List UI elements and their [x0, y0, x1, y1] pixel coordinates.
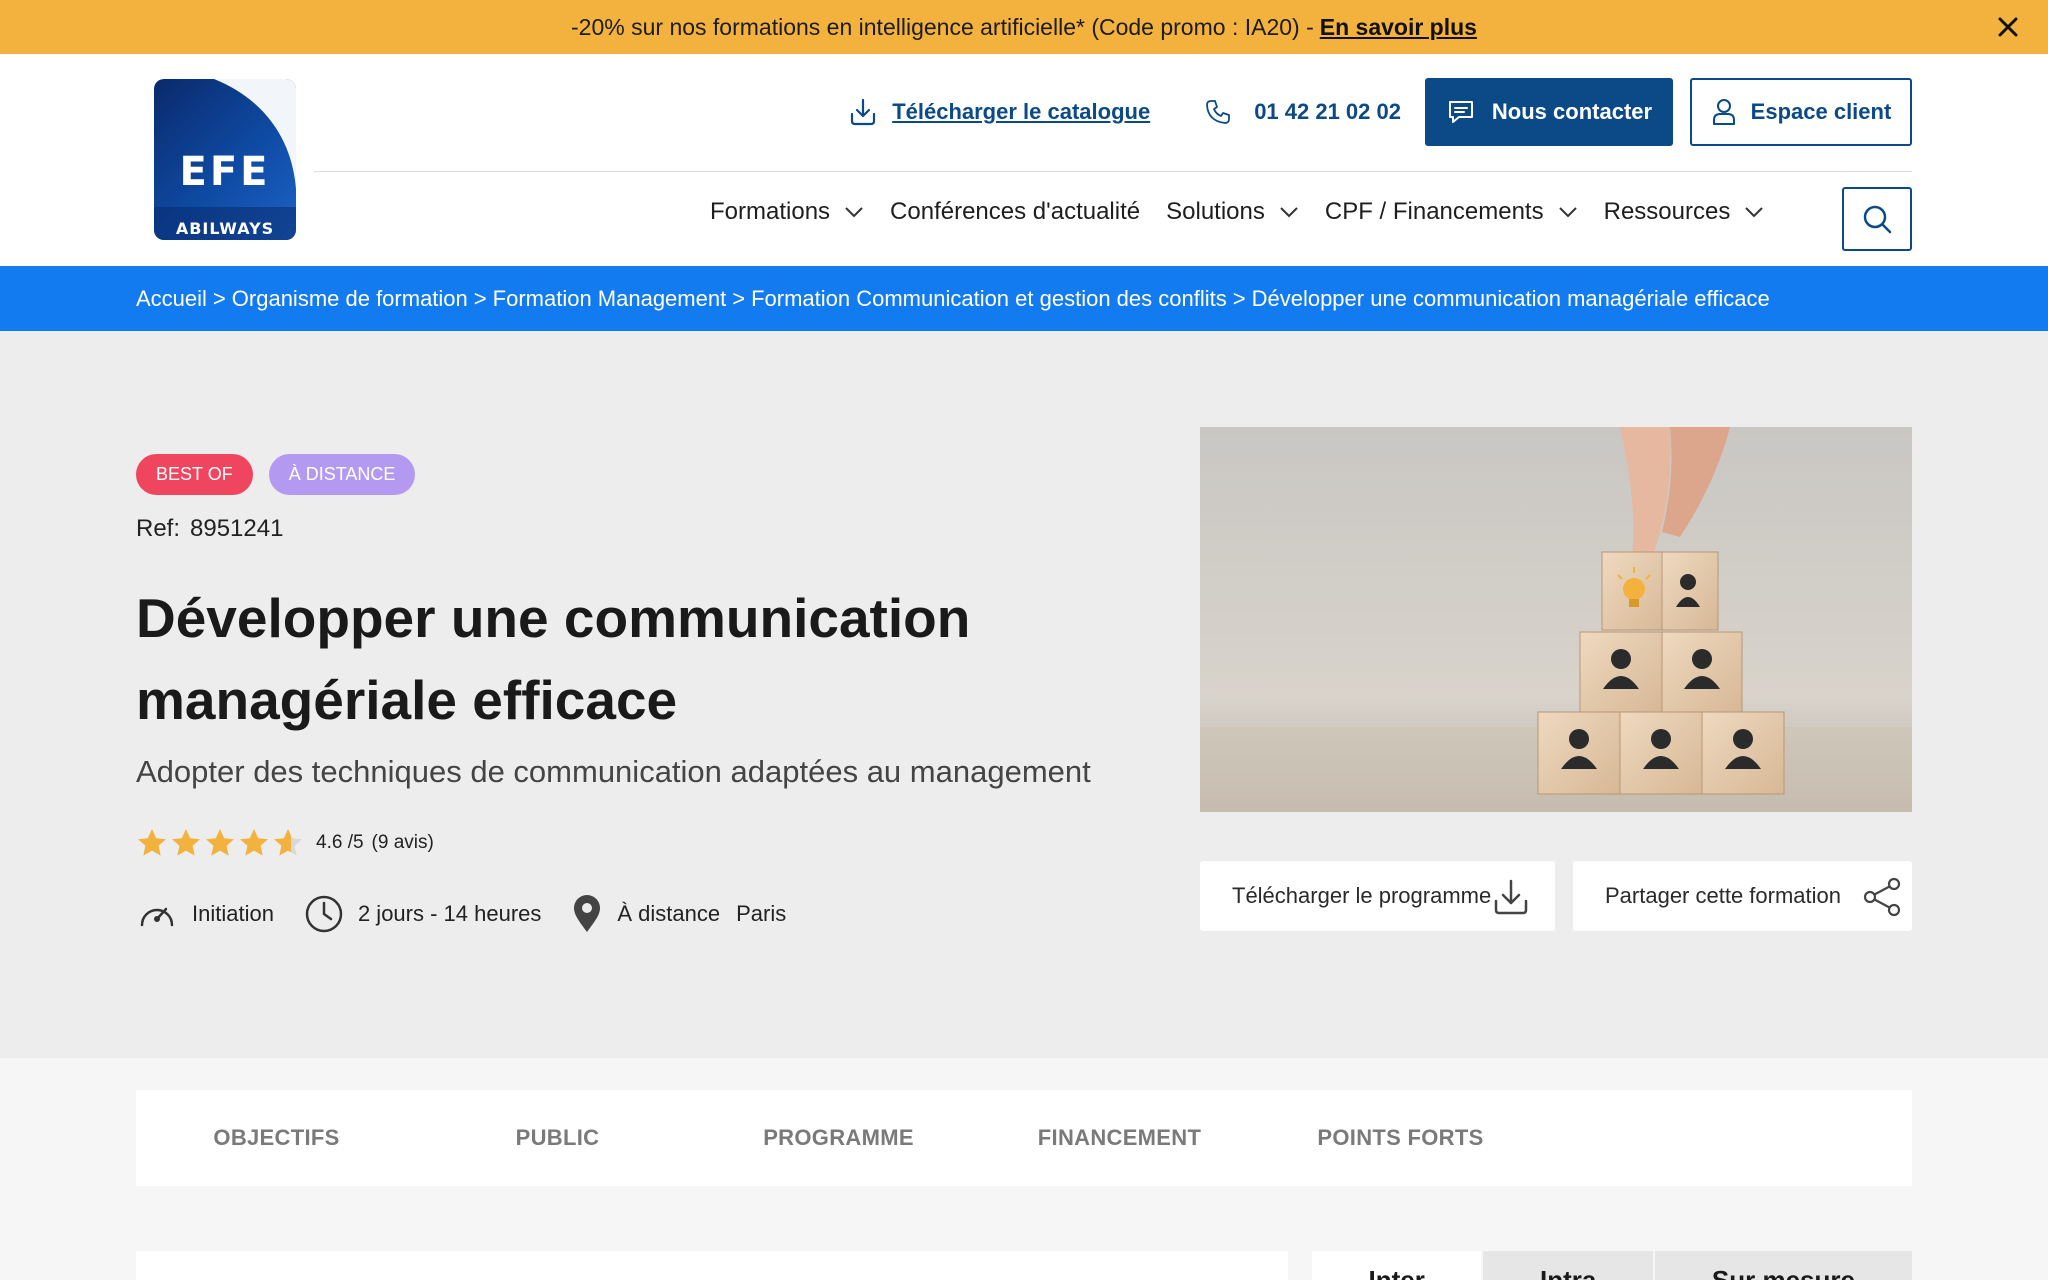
- city-label: Paris: [736, 901, 787, 926]
- course-location: À distance: [571, 894, 720, 934]
- wooden-blocks-image: [1200, 427, 1912, 812]
- contact-label: Nous contacter: [1491, 99, 1653, 124]
- efe-abilways-logo[interactable]: EFE ABILWAYS: [154, 79, 296, 240]
- location-pin-icon: [574, 895, 601, 932]
- download-icon: [851, 98, 876, 126]
- nav-item-formations[interactable]: Formations: [710, 198, 864, 226]
- chevron-down-icon: [1280, 207, 1298, 218]
- breadcrumb-separator: >: [473, 285, 487, 311]
- site-header: EFE ABILWAYS Télécharger le catalogue 01…: [0, 54, 2048, 266]
- nav-item-cpf-financements[interactable]: CPF / Financements: [1325, 198, 1578, 226]
- course-level: Initiation: [136, 897, 274, 931]
- course-details-area: OBJECTIFS PUBLIC PROGRAMME FINANCEMENT P…: [0, 1058, 2048, 1280]
- share-icon: [1863, 877, 1901, 917]
- breadcrumb-separator: >: [732, 285, 746, 311]
- breadcrumb-item-management[interactable]: Formation Management: [493, 286, 727, 312]
- session-type-tabs: Inter Intra Sur mesure: [1312, 1251, 1913, 1280]
- chat-icon: [1448, 101, 1473, 123]
- nav-item-label: Formations: [710, 198, 831, 225]
- download-program-label: Télécharger le programme: [1232, 883, 1492, 908]
- course-duration: 2 jours - 14 heures: [304, 894, 541, 934]
- tab-financement[interactable]: FINANCEMENT: [979, 1125, 1260, 1151]
- section-tabs: OBJECTIFS PUBLIC PROGRAMME FINANCEMENT P…: [136, 1090, 1912, 1186]
- phone-link[interactable]: 01 42 21 02 02: [1204, 98, 1401, 126]
- breadcrumb-item-organisme[interactable]: Organisme de formation: [232, 286, 468, 312]
- star-half-icon: [274, 829, 302, 856]
- header-actions: Télécharger le catalogue 01 42 21 02 02 …: [848, 78, 1912, 146]
- tab-intra[interactable]: Intra: [1483, 1251, 1653, 1280]
- breadcrumb-item-accueil[interactable]: Accueil: [136, 286, 207, 312]
- share-course-button[interactable]: Partager cette formation: [1573, 861, 1912, 931]
- course-meta: Initiation 2 jours - 14 heures À distanc…: [136, 894, 816, 934]
- promo-link[interactable]: En savoir plus: [1320, 14, 1477, 41]
- search-icon: [1863, 205, 1892, 234]
- user-icon: [1712, 99, 1735, 125]
- star-icon: [138, 829, 166, 856]
- star-icon: [172, 829, 200, 856]
- rating-score: 4.6 /5: [316, 832, 364, 853]
- course-city: Paris: [736, 901, 786, 927]
- course-subtitle: Adopter des techniques de communication …: [136, 754, 1091, 789]
- tab-points-forts[interactable]: POINTS FORTS: [1260, 1125, 1541, 1151]
- main-nav: Formations Conférences d'actualité Solut…: [710, 186, 1790, 238]
- download-catalog-link[interactable]: Télécharger le catalogue: [848, 97, 1150, 127]
- nav-item-conferences[interactable]: Conférences d'actualité: [890, 198, 1140, 226]
- client-label: Espace client: [1750, 99, 1892, 124]
- course-ref: Ref: 8951241: [136, 515, 283, 543]
- logo-text: EFE: [179, 149, 271, 195]
- breadcrumb-separator: >: [1232, 285, 1246, 311]
- share-label: Partager cette formation: [1605, 883, 1842, 908]
- tab-objectifs[interactable]: OBJECTIFS: [136, 1125, 417, 1151]
- course-illustration: [1200, 427, 1912, 812]
- breadcrumb-item-current: Développer une communication managériale…: [1251, 285, 1770, 311]
- nav-item-label: Solutions: [1166, 198, 1265, 225]
- close-icon[interactable]: [1994, 13, 2022, 41]
- star-icon: [206, 829, 234, 856]
- contact-button[interactable]: Nous contacter: [1425, 78, 1673, 146]
- tab-sur-mesure[interactable]: Sur mesure: [1654, 1251, 1913, 1280]
- client-space-button[interactable]: Espace client: [1690, 78, 1912, 146]
- mode-label: À distance: [617, 901, 721, 926]
- catalog-label: Télécharger le catalogue: [892, 99, 1151, 124]
- chevron-down-icon: [845, 207, 863, 218]
- tab-programme[interactable]: PROGRAMME: [698, 1125, 979, 1151]
- star-icon: [240, 829, 268, 856]
- speedometer-icon: [140, 907, 174, 927]
- nav-item-label: Ressources: [1603, 198, 1731, 225]
- level-label: Initiation: [192, 901, 274, 926]
- best-of-badge: Best of: [136, 454, 253, 495]
- breadcrumb: Accueil > Organisme de formation > Forma…: [0, 266, 2048, 331]
- download-program-button[interactable]: Télécharger le programme: [1200, 861, 1555, 931]
- nav-item-label: CPF / Financements: [1324, 198, 1544, 225]
- page-title: Développer une communication managériale…: [136, 587, 971, 731]
- course-hero: Best of À distance Ref: 8951241 Développe…: [0, 331, 2048, 1058]
- nav-item-solutions[interactable]: Solutions: [1166, 198, 1299, 226]
- tab-public[interactable]: PUBLIC: [417, 1125, 698, 1151]
- rating-stars: [136, 827, 306, 859]
- header-divider: [314, 171, 1912, 172]
- chevron-down-icon: [1558, 207, 1577, 218]
- nav-item-label: Conférences d'actualité: [890, 198, 1141, 225]
- content-panel: [136, 1251, 1288, 1280]
- rating-reviews: (9 avis): [371, 832, 434, 853]
- breadcrumb-item-communication[interactable]: Formation Communication et gestion des c…: [751, 286, 1227, 312]
- ref-label: Ref:: [136, 515, 181, 542]
- logo-subtext: ABILWAYS: [175, 219, 275, 238]
- search-button[interactable]: [1842, 187, 1912, 251]
- chevron-down-icon: [1745, 207, 1764, 218]
- ref-value: 8951241: [190, 515, 284, 542]
- download-icon: [1494, 879, 1528, 915]
- breadcrumb-separator: >: [212, 285, 226, 311]
- phone-icon: [1206, 100, 1231, 124]
- distance-badge: À distance: [268, 454, 416, 495]
- course-badges: Best of À distance: [136, 454, 431, 495]
- clock-icon: [305, 895, 343, 933]
- nav-item-ressources[interactable]: Ressources: [1604, 198, 1765, 226]
- phone-number: 01 42 21 02 02: [1254, 99, 1401, 124]
- promo-banner: -20% sur nos formations en intelligence …: [0, 0, 2048, 54]
- tab-inter[interactable]: Inter: [1312, 1251, 1482, 1280]
- promo-text: -20% sur nos formations en intelligence …: [571, 13, 1314, 40]
- duration-label: 2 jours - 14 heures: [357, 901, 542, 926]
- course-rating[interactable]: 4.6 /5 (9 avis): [136, 827, 434, 859]
